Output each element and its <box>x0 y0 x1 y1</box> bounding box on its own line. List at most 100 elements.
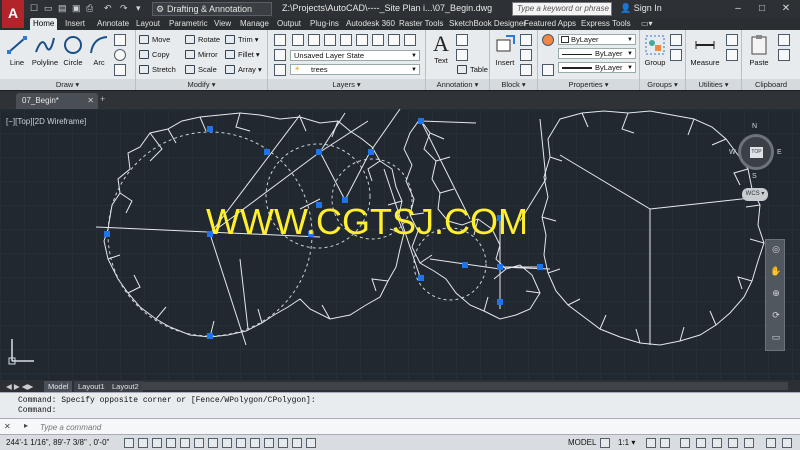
object-snap-tracking-icon[interactable] <box>222 438 232 448</box>
tab-express-tools[interactable]: Express Tools <box>578 18 634 30</box>
list-icon[interactable] <box>542 64 554 76</box>
ortho-mode-icon[interactable] <box>166 438 176 448</box>
calculator-icon[interactable] <box>726 49 738 61</box>
command-prompt-icon[interactable]: ▸ <box>24 421 28 430</box>
tab-insert[interactable]: Insert <box>62 18 88 30</box>
tab-home[interactable]: Home <box>30 18 58 30</box>
isolate-objects-icon[interactable] <box>728 438 738 448</box>
group-button[interactable]: Group <box>642 32 668 76</box>
layer-off-icon[interactable] <box>274 49 286 61</box>
hardware-acceleration-icon[interactable] <box>712 438 722 448</box>
draw-panel-title[interactable]: Draw ▾ <box>0 79 135 90</box>
layer-unisolate-icon[interactable] <box>324 34 336 46</box>
auto-scale-icon[interactable] <box>660 438 670 448</box>
minimize-button[interactable]: – <box>728 2 748 16</box>
groups-panel-title[interactable]: Groups ▾ <box>640 79 685 90</box>
pan-icon[interactable]: ✋ <box>770 266 782 278</box>
linetype-dropdown[interactable]: ByLayer ▼ <box>558 48 636 59</box>
text-button[interactable]: A Text <box>428 32 454 76</box>
create-block-icon[interactable] <box>520 34 532 46</box>
tab-layout[interactable]: Layout <box>133 18 163 30</box>
workspace-switching-icon[interactable] <box>680 438 690 448</box>
tab-model[interactable]: Model <box>44 381 73 392</box>
paste-button[interactable]: Paste <box>746 32 772 76</box>
dynamic-input-icon[interactable] <box>250 438 260 448</box>
tab-layout2[interactable]: Layout2 <box>108 381 143 392</box>
layer-freeze-icon[interactable] <box>274 64 286 76</box>
close-button[interactable]: ✕ <box>776 2 796 16</box>
layer-lock-icon[interactable] <box>292 34 304 46</box>
measure-button[interactable]: Measure <box>690 32 720 76</box>
line-button[interactable]: Line <box>4 32 30 76</box>
block-panel-title[interactable]: Block ▾ <box>490 79 537 90</box>
tab-parametric[interactable]: Parametric <box>166 18 211 30</box>
array-button[interactable]: Array ▾ <box>224 63 262 76</box>
snap-mode-icon[interactable] <box>138 438 148 448</box>
rotate-button[interactable]: Rotate <box>184 33 220 46</box>
clipboard-panel-title[interactable]: Clipboard <box>742 79 800 90</box>
viewcube-north[interactable]: N <box>752 123 757 130</box>
tab-sketchbook-designer[interactable]: SketchBook Designer <box>446 18 529 30</box>
infer-constraints-icon[interactable] <box>124 438 134 448</box>
table-button[interactable]: Table <box>456 63 488 76</box>
qat-plot-icon[interactable]: ⎙ <box>86 3 93 15</box>
match-properties-icon[interactable] <box>542 34 554 46</box>
utilities-panel-title[interactable]: Utilities ▾ <box>686 79 741 90</box>
properties-panel-title[interactable]: Properties ▾ <box>538 79 639 90</box>
transparency-icon[interactable] <box>278 438 288 448</box>
layer-state-dropdown[interactable]: Unsaved Layer State ▼ <box>290 50 420 61</box>
edit-attributes-icon[interactable] <box>520 64 532 76</box>
layer-delete-icon[interactable] <box>404 34 416 46</box>
polar-tracking-icon[interactable] <box>180 438 190 448</box>
circle-button[interactable]: Circle <box>60 32 86 76</box>
trim-button[interactable]: Trim ▾ <box>224 33 259 46</box>
leader-icon[interactable] <box>456 49 468 61</box>
tab-annotate[interactable]: Annotate <box>94 18 132 30</box>
fillet-button[interactable]: Fillet ▾ <box>224 48 260 61</box>
qat-redo-icon[interactable]: ↷ <box>120 3 128 15</box>
modify-panel-title[interactable]: Modify ▾ <box>136 79 267 90</box>
viewcube[interactable]: TOP <box>738 134 774 170</box>
tab-layout1[interactable]: Layout1 <box>74 381 109 392</box>
clean-screen-icon[interactable] <box>766 438 776 448</box>
qat-customize-icon[interactable]: ▾ <box>136 3 141 15</box>
layer-walk-icon[interactable] <box>372 34 384 46</box>
color-dropdown[interactable]: ByLayer ▼ <box>558 34 636 45</box>
ungroup-icon[interactable] <box>670 34 682 46</box>
toolbar-lock-icon[interactable] <box>696 438 706 448</box>
qat-save-icon[interactable]: ▤ <box>58 3 67 15</box>
tab-manage[interactable]: Manage <box>237 18 272 30</box>
copy-button[interactable]: Copy <box>138 48 170 61</box>
qat-saveas-icon[interactable]: ▣ <box>72 3 81 15</box>
annotation-visibility-icon[interactable] <box>646 438 656 448</box>
gradient-icon[interactable] <box>114 64 126 76</box>
layer-properties-icon[interactable] <box>274 34 286 46</box>
tab-nav-icon[interactable]: ◀ ▶ ◀▶ <box>2 381 37 392</box>
zoom-icon[interactable]: ⊕ <box>770 288 782 300</box>
move-button[interactable]: Move <box>138 33 170 46</box>
viewcube-top-face[interactable]: TOP <box>750 147 763 158</box>
ribbon-toggle-button[interactable]: ▭▾ <box>638 18 656 30</box>
application-menu-button[interactable]: A <box>2 0 24 28</box>
layers-panel-title[interactable]: Layers ▾ <box>268 79 425 90</box>
tab-autodesk-360[interactable]: Autodesk 360 <box>343 18 398 30</box>
viewcube-east[interactable]: E <box>777 149 782 156</box>
stretch-button[interactable]: Stretch <box>138 63 176 76</box>
horizontal-scrollbar[interactable] <box>142 382 788 390</box>
layer-dropdown[interactable]: ☀ trees ▼ <box>290 64 420 75</box>
mirror-button[interactable]: Mirror <box>184 48 218 61</box>
tab-view[interactable]: View <box>211 18 234 30</box>
layer-match-icon[interactable] <box>340 34 352 46</box>
quick-view-layouts-icon[interactable] <box>600 438 610 448</box>
showmotion-icon[interactable]: ▭ <box>770 332 782 344</box>
document-tab[interactable]: 07_Begin* ✕ <box>16 93 98 109</box>
qat-undo-icon[interactable]: ↶ <box>104 3 112 15</box>
new-tab-icon[interactable]: + <box>100 94 112 106</box>
object-snap-icon[interactable] <box>194 438 204 448</box>
polyline-button[interactable]: Polyline <box>30 32 60 76</box>
viewcube-south[interactable]: S <box>752 173 757 180</box>
cut-icon[interactable] <box>778 34 790 46</box>
workspace-dropdown[interactable]: ⚙ Drafting & Annotation <box>152 2 272 16</box>
layer-merge-icon[interactable] <box>388 34 400 46</box>
viewcube-west[interactable]: W <box>729 149 736 156</box>
